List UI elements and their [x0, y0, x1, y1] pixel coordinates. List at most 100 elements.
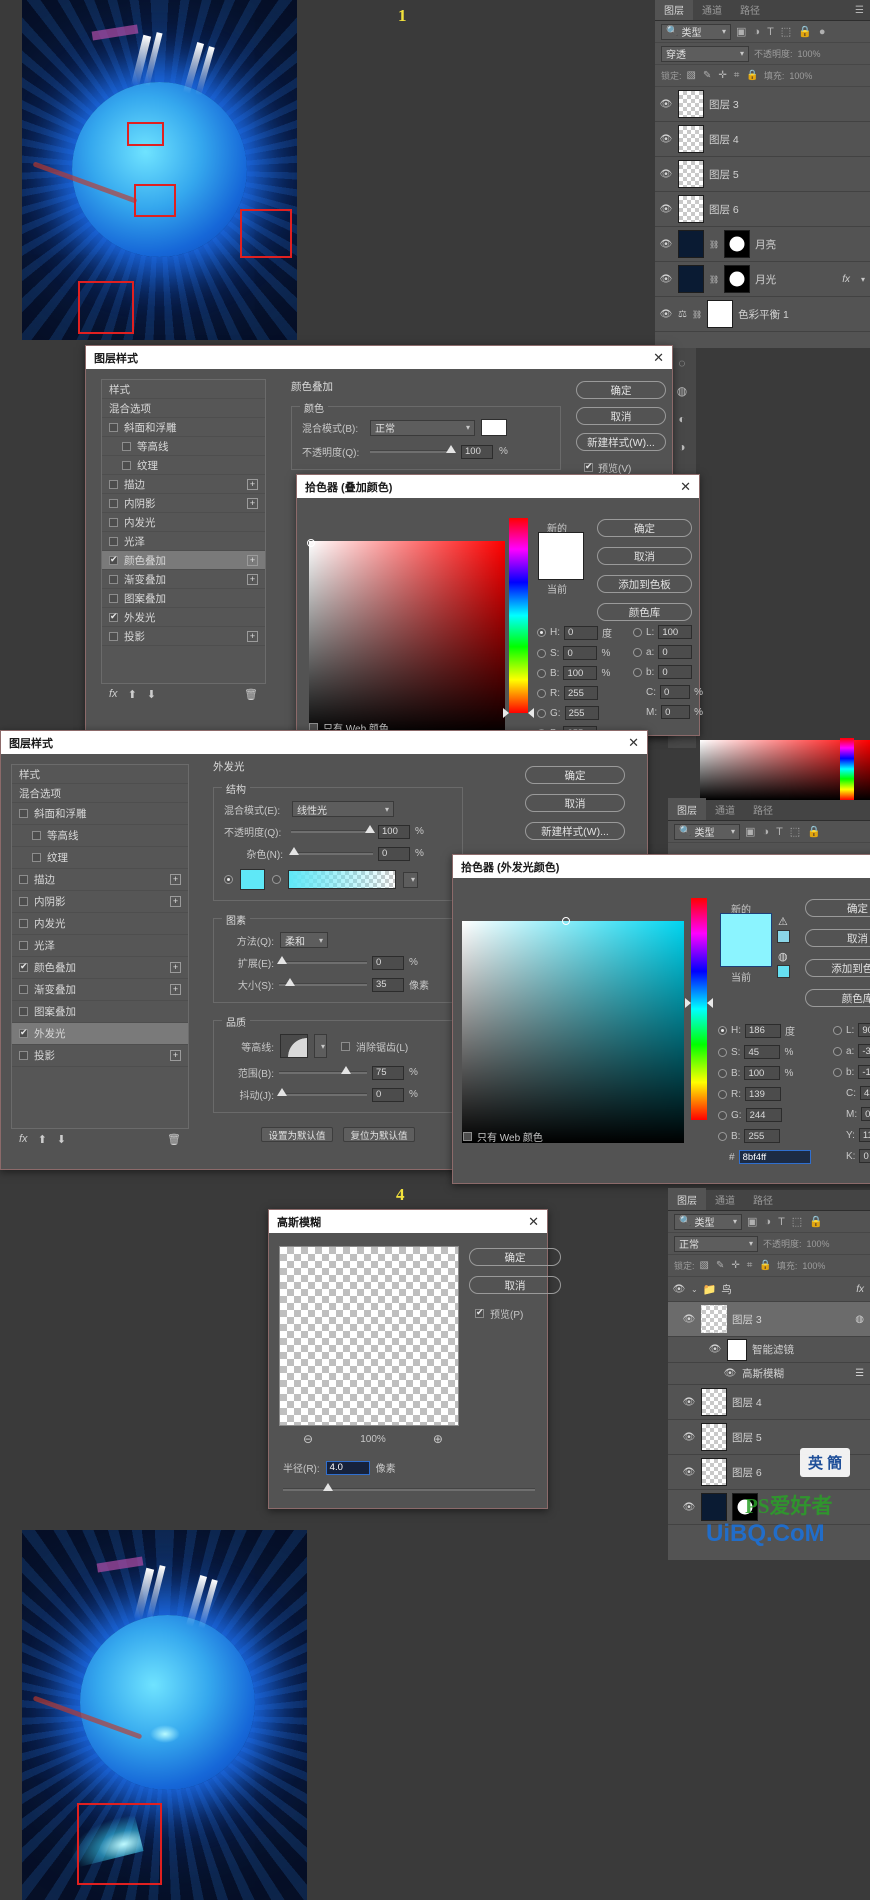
- blend-mode-select-2[interactable]: 正常 ▾: [370, 420, 475, 436]
- layer-mask-thumbnail[interactable]: [707, 300, 733, 328]
- m-input-3[interactable]: 0: [861, 1107, 870, 1121]
- eye-icon[interactable]: 👁: [682, 1314, 696, 1325]
- zoom-in-icon[interactable]: ⊕: [433, 1432, 443, 1446]
- lock-icon[interactable]: 🔒: [807, 825, 821, 838]
- add-swatch-button-3[interactable]: 添加到色板: [805, 959, 870, 977]
- layer-group-row[interactable]: 👁 ⌄ 📁 鸟 fx: [668, 1277, 870, 1302]
- layer-thumbnail[interactable]: [678, 195, 704, 223]
- antialias-checkbox-3[interactable]: [341, 1042, 350, 1051]
- eye-icon[interactable]: 👁: [682, 1397, 696, 1408]
- radio-s-3[interactable]: [718, 1048, 727, 1057]
- blend-opacity-row-bottom[interactable]: 正常 ▾ 不透明度: 100%: [668, 1233, 870, 1255]
- swatches-dock-icon[interactable]: ◍: [677, 384, 687, 398]
- effect-pattern-overlay[interactable]: 图案叠加: [102, 589, 265, 608]
- checkbox[interactable]: [19, 875, 28, 884]
- checkbox[interactable]: [19, 1029, 28, 1038]
- shape-icon[interactable]: ⬚: [781, 25, 791, 38]
- spread-input-3[interactable]: 0: [372, 956, 404, 970]
- l-input-2[interactable]: 100: [658, 625, 692, 639]
- jitter-input-3[interactable]: 0: [372, 1088, 404, 1102]
- b-input-2[interactable]: 100: [563, 666, 597, 680]
- radio-a-2[interactable]: [633, 648, 642, 657]
- new-style-button-2[interactable]: 新建样式(W)...: [576, 433, 666, 451]
- smart-object-icon[interactable]: ◍: [855, 1314, 864, 1325]
- checkbox[interactable]: [109, 594, 118, 603]
- blend-mode-select-top[interactable]: 穿透 ▾: [661, 46, 749, 62]
- picker-titlebar-3[interactable]: 拾色器 (外发光颜色): [453, 855, 870, 878]
- s-input-2[interactable]: 0: [563, 646, 597, 660]
- layer-thumbnail[interactable]: [701, 1388, 727, 1416]
- checkbox[interactable]: [19, 1007, 28, 1016]
- adjustment-icon[interactable]: ◑: [764, 1216, 771, 1228]
- table-row[interactable]: 👁 图层 6: [655, 192, 870, 227]
- hue-slider-3[interactable]: [691, 898, 707, 1120]
- b2-input-3[interactable]: 255: [744, 1129, 780, 1143]
- fx-icon[interactable]: fx: [19, 1133, 28, 1145]
- fx-icon[interactable]: fx: [109, 688, 118, 700]
- layer-filter-row-bottom[interactable]: 🔍 类型 ▾ ▣ ◑ T ⬚ 🔒: [668, 1211, 870, 1233]
- bb-input-3[interactable]: -15: [858, 1065, 870, 1079]
- fx-icon[interactable]: fx: [856, 1284, 864, 1295]
- checkbox[interactable]: [19, 1051, 28, 1060]
- tab-channels[interactable]: 通道: [693, 0, 731, 20]
- eye-icon[interactable]: 👁: [672, 1284, 686, 1295]
- checkbox[interactable]: [32, 831, 41, 840]
- size-input-3[interactable]: 35: [372, 978, 404, 992]
- checkbox[interactable]: [19, 941, 28, 950]
- opacity-slider-2[interactable]: [370, 450, 455, 453]
- layer-thumbnail[interactable]: [678, 265, 704, 293]
- b-input-3[interactable]: 100: [744, 1066, 780, 1080]
- effect-stroke[interactable]: 描边+: [12, 869, 188, 891]
- effect-inner-shadow[interactable]: 内阴影+: [12, 891, 188, 913]
- eye-icon[interactable]: 👁: [659, 204, 673, 215]
- web-only-checkbox-3[interactable]: [463, 1132, 472, 1141]
- gamut-warning-icon[interactable]: ⚠: [778, 915, 788, 928]
- styles-header[interactable]: 样式: [12, 765, 188, 784]
- checkbox[interactable]: [109, 575, 118, 584]
- color-library-button-2[interactable]: 颜色库: [597, 603, 692, 621]
- h-input-3[interactable]: 186: [745, 1024, 781, 1038]
- reset-default-button-3[interactable]: 复位为默认值: [343, 1127, 415, 1142]
- zoom-out-icon[interactable]: ⊖: [303, 1432, 313, 1446]
- layer-thumbnail[interactable]: [678, 125, 704, 153]
- opacity-input-3[interactable]: 100: [378, 825, 410, 839]
- blend-mode-select-3[interactable]: 线性光 ▾: [292, 801, 394, 817]
- link-icon[interactable]: ⛓: [709, 275, 719, 284]
- eye-icon[interactable]: 👁: [659, 134, 673, 145]
- tab-paths[interactable]: 路径: [731, 0, 769, 20]
- fill-value-bottom[interactable]: 100%: [802, 1261, 825, 1271]
- filter-options-icon[interactable]: ☰: [855, 1368, 864, 1379]
- layer-list-top[interactable]: 👁 图层 3 👁 图层 4 👁 图层 5 👁 图层 6 👁 ⛓ 月亮 👁: [655, 87, 870, 332]
- table-row[interactable]: 👁 图层 5: [655, 157, 870, 192]
- method-select-3[interactable]: 柔和 ▾: [280, 932, 328, 948]
- layer-thumbnail[interactable]: [678, 230, 704, 258]
- effects-footer-2[interactable]: fx ⬆ ⬇ 🗑: [101, 684, 266, 704]
- lock-artboard-icon[interactable]: ⌗: [747, 1260, 753, 1271]
- fx-icon[interactable]: fx: [842, 274, 850, 285]
- radio-b-2[interactable]: [537, 669, 546, 678]
- lock-all-icon[interactable]: 🔒: [759, 1260, 771, 1271]
- k-input-3[interactable]: 0: [859, 1149, 870, 1163]
- image-icon[interactable]: ▣: [745, 825, 755, 838]
- overlay-color-swatch[interactable]: [481, 419, 507, 436]
- effects-list-3[interactable]: 样式 混合选项 斜面和浮雕 等高线 纹理 描边+ 内阴影+ 内发光 光泽 颜色叠…: [11, 764, 189, 1129]
- add-icon[interactable]: +: [170, 984, 181, 995]
- hex-input-3[interactable]: 8bf4ff: [739, 1150, 811, 1164]
- cancel-button-gaussian[interactable]: 取消: [469, 1276, 561, 1294]
- range-input-3[interactable]: 75: [372, 1066, 404, 1080]
- cancel-button-2[interactable]: 取消: [576, 407, 666, 425]
- web-safe-warning-icon[interactable]: ◍: [778, 950, 788, 963]
- preview-checkbox-2[interactable]: [584, 463, 593, 472]
- checkbox[interactable]: [109, 632, 118, 641]
- layer-thumbnail[interactable]: [701, 1423, 727, 1451]
- eye-icon[interactable]: 👁: [682, 1502, 696, 1513]
- smart-icon[interactable]: ●: [819, 26, 826, 38]
- effect-stroke[interactable]: 描边+: [102, 475, 265, 494]
- effect-inner-glow[interactable]: 内发光: [12, 913, 188, 935]
- move-up-icon[interactable]: ⬆: [128, 688, 137, 701]
- h-input-2[interactable]: 0: [564, 626, 598, 640]
- filter-kind-select-bg[interactable]: 🔍 类型 ▾: [674, 824, 740, 840]
- panel-tabs-top[interactable]: 图层 通道 路径 ☰: [655, 0, 870, 21]
- layer-filter-row-top[interactable]: 🔍 类型 ▾ ▣ ◑ T ⬚ 🔒 ●: [655, 21, 870, 43]
- panel-menu-icon[interactable]: ☰: [855, 5, 870, 20]
